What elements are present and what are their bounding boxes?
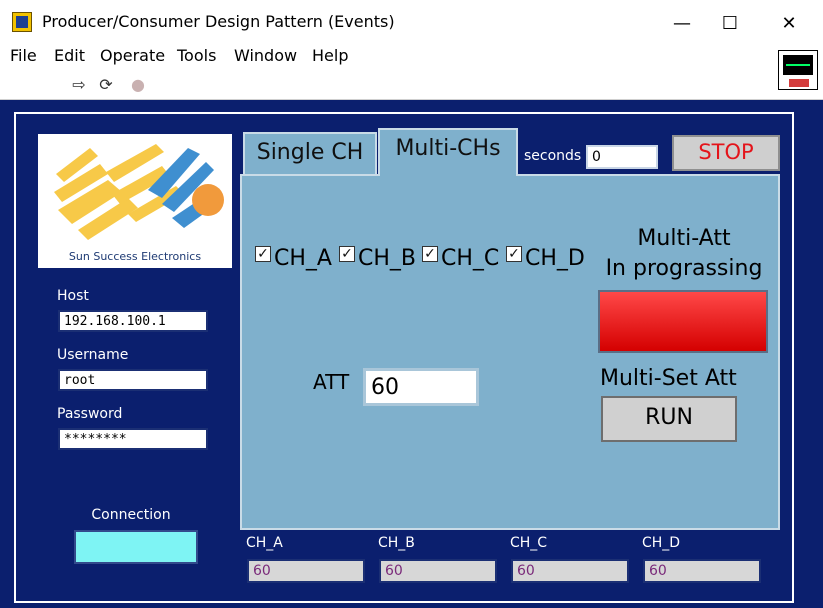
close-button[interactable]: ✕ [769, 8, 809, 38]
logo-graphic [54, 144, 224, 240]
checkbox-ch-d-label: CH_D [525, 246, 585, 271]
checkbox-ch-d[interactable]: ✓ [506, 246, 522, 262]
indicator-ch-c-label: CH_C [510, 535, 548, 551]
host-label: Host [57, 288, 89, 304]
checkbox-ch-c-label: CH_C [441, 246, 500, 271]
att-input[interactable]: 60 [363, 368, 479, 406]
checkbox-ch-b[interactable]: ✓ [339, 246, 355, 262]
indicator-ch-d-label: CH_D [642, 535, 681, 551]
menu-window[interactable]: Window [234, 46, 297, 65]
vi-screen-graphic [783, 55, 813, 75]
checkbox-ch-b-label: CH_B [358, 246, 416, 271]
checkbox-ch-a[interactable]: ✓ [255, 246, 271, 262]
indicator-ch-d: 60 [643, 559, 761, 583]
password-input[interactable]: ******** [58, 428, 208, 450]
minimize-button[interactable]: — [662, 8, 702, 38]
run-button[interactable]: RUN [601, 396, 737, 442]
connection-label: Connection [91, 507, 171, 523]
indicator-ch-a: 60 [247, 559, 365, 583]
multi-att-title: Multi-Att [637, 226, 731, 251]
vi-base-graphic [789, 79, 809, 87]
multi-set-att-label: Multi-Set Att [600, 366, 737, 391]
run-continuously-icon[interactable]: ⟳ [97, 76, 115, 94]
title-bar: Producer/Consumer Design Pattern (Events… [0, 0, 823, 44]
window-title: Producer/Consumer Design Pattern (Events… [42, 12, 395, 31]
host-input[interactable]: 192.168.100.1 [58, 310, 208, 332]
seconds-input[interactable]: 0 [586, 145, 658, 169]
indicator-ch-b: 60 [379, 559, 497, 583]
menu-file[interactable]: File [10, 46, 37, 65]
menu-operate[interactable]: Operate [100, 46, 165, 65]
multi-att-status-text: Multi-Att In prograssing [596, 224, 772, 284]
labview-app-icon [12, 12, 32, 32]
att-label: ATT [313, 370, 350, 394]
indicator-ch-a-label: CH_A [246, 535, 283, 551]
toolbar: ⇨ ⟳ ● [0, 68, 823, 100]
run-arrow-icon[interactable]: ⇨ [70, 76, 88, 94]
indicator-ch-c: 60 [511, 559, 629, 583]
menu-help[interactable]: Help [312, 46, 348, 65]
multi-att-progress-led [598, 290, 768, 353]
checkbox-ch-a-label: CH_A [274, 246, 332, 271]
stop-button[interactable]: STOP [672, 135, 780, 171]
checkbox-ch-c[interactable]: ✓ [422, 246, 438, 262]
maximize-button[interactable]: ☐ [710, 8, 750, 38]
indicator-ch-b-label: CH_B [378, 535, 415, 551]
menu-bar: File Edit Operate Tools Window Help [0, 44, 823, 68]
menu-edit[interactable]: Edit [54, 46, 85, 65]
password-label: Password [57, 406, 123, 422]
username-input[interactable]: root [58, 369, 208, 391]
connection-indicator-led [74, 530, 198, 564]
menu-tools[interactable]: Tools [177, 46, 216, 65]
tab-multi-chs[interactable]: Multi-CHs [378, 128, 518, 176]
tab-single-ch[interactable]: Single CH [243, 132, 377, 176]
seconds-label: seconds [524, 148, 582, 164]
abort-execution-icon[interactable]: ● [129, 76, 147, 94]
username-label: Username [57, 347, 129, 363]
vi-connector-icon [778, 50, 818, 90]
logo-company-name: Sun Success Electronics [68, 250, 202, 263]
multi-att-progress-text: In prograssing [605, 256, 763, 281]
company-logo: Sun Success Electronics [38, 134, 232, 268]
